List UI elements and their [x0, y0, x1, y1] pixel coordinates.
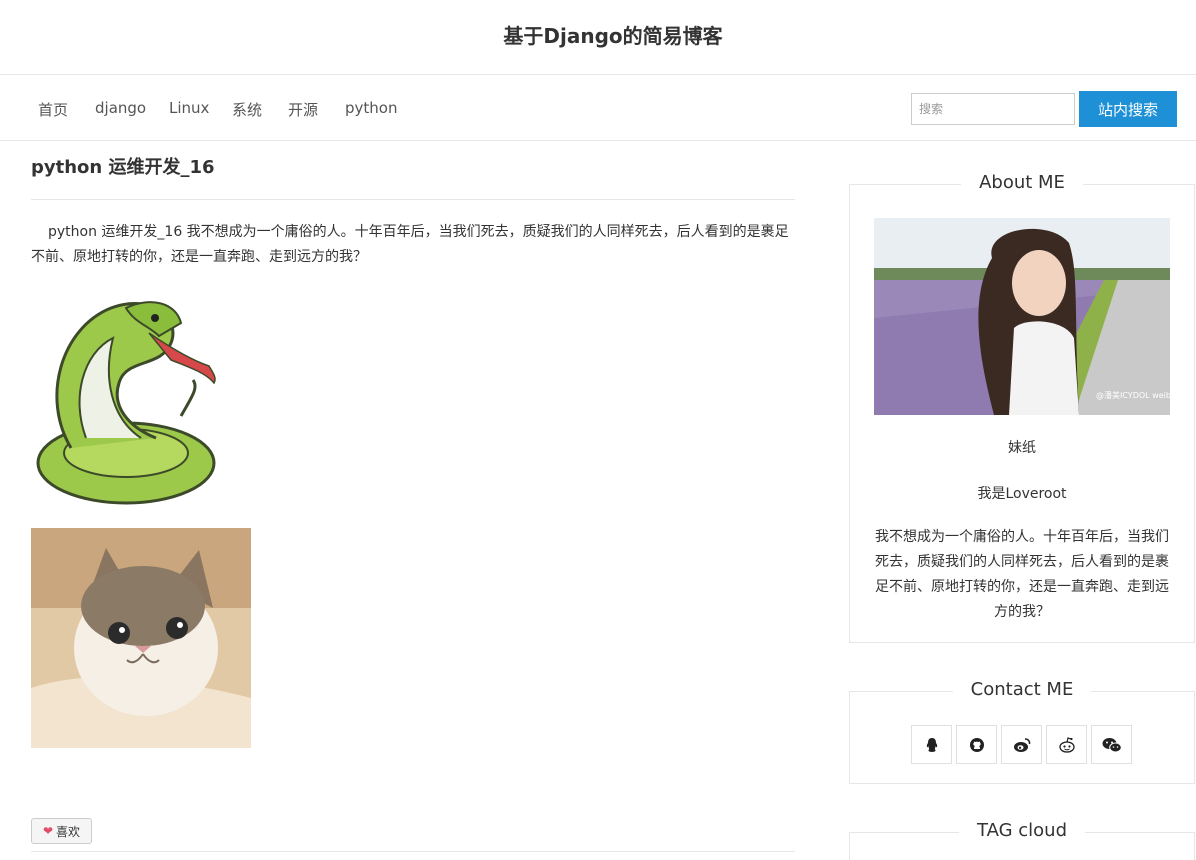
nav-item-system[interactable]: 系统 — [232, 99, 262, 120]
weibo-icon[interactable] — [1001, 725, 1042, 764]
nav-item-home[interactable]: 首页 — [38, 99, 68, 120]
post-body-text: python 运维开发_16 我不想成为一个庸俗的人。十年百年后，当我们死去，质… — [31, 224, 789, 265]
reddit-icon[interactable] — [1046, 725, 1087, 764]
about-name: 妹纸 — [1008, 440, 1036, 456]
nav-item-django[interactable]: django — [95, 99, 146, 117]
about-description: 我不想成为一个庸俗的人。十年百年后，当我们死去，质疑我们的人同样死去，后人看到的… — [875, 529, 1169, 620]
like-label: 喜欢 — [56, 824, 81, 839]
search-button[interactable]: 站内搜索 — [1079, 91, 1177, 127]
qq-icon[interactable] — [911, 725, 952, 764]
wechat-icon[interactable] — [1091, 725, 1132, 764]
contact-panel-title: Contact ME — [850, 679, 1194, 700]
cat-image — [31, 528, 251, 748]
site-title: 基于Django的简易博客 — [503, 24, 723, 48]
tag-cloud-panel: TAG cloud — [849, 820, 1195, 860]
nav-item-python[interactable]: python — [345, 99, 397, 117]
post-title: python 运维开发_16 — [31, 157, 215, 178]
about-photo: @潘美ICYDOL weibo.com/felicity — [874, 218, 1170, 415]
like-button[interactable]: ❤ 喜欢 — [31, 818, 92, 844]
title-divider — [31, 199, 795, 200]
navbar: 首页 django Linux 系统 开源 python 站内搜索 — [0, 75, 1196, 141]
search-input[interactable] — [911, 93, 1075, 125]
photo-watermark: @潘美ICYDOL weibo.com/felicity — [1096, 390, 1170, 400]
github-icon[interactable] — [956, 725, 997, 764]
heart-icon: ❤ — [42, 824, 54, 838]
site-header: 基于Django的简易博客 — [0, 0, 1196, 75]
nav-item-opensource[interactable]: 开源 — [288, 99, 318, 120]
nav-item-linux[interactable]: Linux — [169, 99, 209, 117]
tag-cloud-panel-title: TAG cloud — [850, 820, 1194, 841]
snake-image — [31, 288, 221, 510]
about-panel-title: About ME — [850, 172, 1194, 193]
post-bottom-divider — [31, 851, 795, 852]
about-line: 我是Loveroot — [977, 486, 1067, 502]
